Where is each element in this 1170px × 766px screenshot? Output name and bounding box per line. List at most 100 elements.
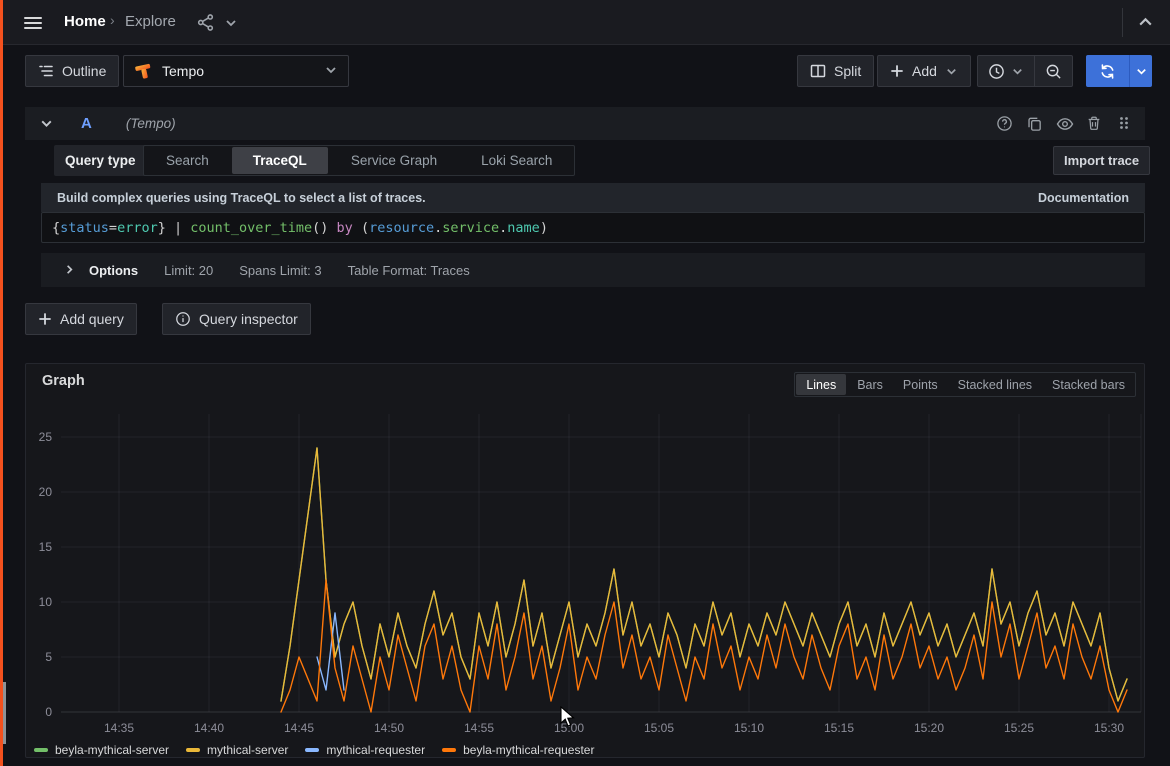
- legend-label: beyla-mythical-server: [55, 743, 169, 757]
- outline-label: Outline: [62, 63, 106, 79]
- datasource-name: Tempo: [162, 63, 204, 79]
- split-button[interactable]: Split: [797, 55, 874, 87]
- traceql-info-bar: Build complex queries using TraceQL to s…: [41, 183, 1145, 212]
- trash-icon[interactable]: [1086, 115, 1103, 132]
- refresh-icon: [1099, 63, 1116, 80]
- mode-stacked-lines[interactable]: Stacked lines: [948, 373, 1042, 396]
- mode-lines[interactable]: Lines: [796, 374, 846, 395]
- time-picker-button[interactable]: [978, 56, 1034, 86]
- eye-icon[interactable]: [1056, 115, 1073, 132]
- query-token: |: [166, 220, 190, 236]
- graph-canvas[interactable]: 051015202514:3514:4014:4514:5014:5515:00…: [26, 394, 1144, 739]
- options-toggle[interactable]: Options: [89, 263, 138, 278]
- top-nav-bar: Home › Explore: [0, 0, 1170, 45]
- query-inspector-label: Query inspector: [199, 311, 298, 327]
- query-ref-id[interactable]: A: [81, 115, 92, 132]
- svg-text:15: 15: [39, 540, 53, 554]
- tab-service-graph[interactable]: Service Graph: [329, 146, 459, 175]
- query-inspector-button[interactable]: Query inspector: [162, 303, 311, 335]
- svg-text:14:35: 14:35: [104, 721, 134, 735]
- traceql-info-text: Build complex queries using TraceQL to s…: [57, 191, 426, 205]
- split-label: Split: [834, 63, 861, 79]
- breadcrumb-separator: ›: [110, 12, 115, 28]
- query-token: =: [109, 220, 117, 236]
- svg-text:15:25: 15:25: [1004, 721, 1034, 735]
- documentation-link[interactable]: Documentation: [1038, 191, 1129, 205]
- legend-swatch: [34, 748, 48, 752]
- mode-points[interactable]: Points: [893, 373, 948, 396]
- time-chevron-icon: [1011, 65, 1024, 78]
- query-options-row[interactable]: Options Limit: 20 Spans Limit: 3 Table F…: [41, 253, 1145, 287]
- graph-panel: Graph Lines Bars Points Stacked lines St…: [25, 363, 1145, 758]
- add-label: Add: [912, 63, 937, 79]
- refresh-button[interactable]: [1086, 55, 1129, 87]
- series-line-beyla-mythical-server: [281, 448, 1127, 701]
- graph-panel-title: Graph: [42, 373, 85, 389]
- share-icon[interactable]: [196, 13, 215, 32]
- datasource-chevron-icon: [324, 63, 338, 80]
- legend-label: beyla-mythical-requester: [463, 743, 594, 757]
- add-query-label: Add query: [60, 311, 124, 327]
- legend-item-mythical-server[interactable]: mythical-server: [186, 743, 288, 757]
- svg-text:15:30: 15:30: [1094, 721, 1124, 735]
- tab-search[interactable]: Search: [144, 146, 231, 175]
- zoom-out-icon: [1045, 63, 1062, 80]
- legend-item-mythical-requester[interactable]: mythical-requester: [305, 743, 425, 757]
- collapse-chevron-up-icon[interactable]: [1137, 14, 1154, 31]
- query-type-tabs: Search TraceQL Service Graph Loki Search: [143, 145, 575, 176]
- query-token: by: [337, 220, 353, 236]
- breadcrumb-home[interactable]: Home: [64, 13, 106, 30]
- outline-button[interactable]: Outline: [25, 55, 119, 87]
- tab-traceql[interactable]: TraceQL: [232, 147, 328, 174]
- grafana-explore-screen: Home › Explore Outline Tempo Split: [0, 0, 1170, 766]
- query-token: error: [117, 220, 158, 236]
- import-trace-button[interactable]: Import trace: [1053, 146, 1150, 175]
- svg-text:10: 10: [39, 595, 53, 609]
- add-button[interactable]: Add: [877, 55, 971, 87]
- time-controls-group: [977, 55, 1073, 87]
- run-query-button-group: [1086, 55, 1152, 87]
- options-chevron-icon[interactable]: [63, 263, 77, 277]
- svg-text:15:15: 15:15: [824, 721, 854, 735]
- legend-swatch: [442, 748, 456, 752]
- refresh-chevron-icon: [1135, 65, 1148, 78]
- datasource-picker[interactable]: Tempo: [123, 55, 349, 87]
- legend-swatch: [305, 748, 319, 752]
- options-spans-limit: Spans Limit: 3: [239, 263, 321, 278]
- query-token: name: [507, 220, 540, 236]
- query-token: {: [52, 220, 60, 236]
- topbar-divider: [1122, 8, 1123, 37]
- svg-text:15:10: 15:10: [734, 721, 764, 735]
- help-icon[interactable]: [996, 115, 1013, 132]
- zoom-out-button[interactable]: [1035, 56, 1072, 86]
- svg-text:15:05: 15:05: [644, 721, 674, 735]
- legend-item-beyla-mythical-requester[interactable]: beyla-mythical-requester: [442, 743, 594, 757]
- query-token: resource: [369, 220, 434, 236]
- svg-text:14:50: 14:50: [374, 721, 404, 735]
- tab-loki-search[interactable]: Loki Search: [459, 146, 574, 175]
- legend-label: mythical-requester: [326, 743, 425, 757]
- add-query-button[interactable]: Add query: [25, 303, 137, 335]
- svg-text:15:20: 15:20: [914, 721, 944, 735]
- svg-text:5: 5: [45, 650, 52, 664]
- query-collapse-chevron-icon[interactable]: [39, 116, 55, 132]
- query-token: status: [60, 220, 109, 236]
- mode-bars[interactable]: Bars: [847, 373, 893, 396]
- svg-text:0: 0: [45, 705, 52, 719]
- query-type-label: Query type: [54, 145, 147, 176]
- query-token: .: [434, 220, 442, 236]
- query-row-header[interactable]: A (Tempo): [25, 107, 1145, 140]
- menu-icon[interactable]: [22, 12, 44, 34]
- traceql-query-editor[interactable]: {status=error} | count_over_time() by (r…: [41, 212, 1145, 243]
- share-dropdown-chevron-icon[interactable]: [224, 16, 238, 30]
- legend-swatch: [186, 748, 200, 752]
- split-icon: [810, 63, 826, 79]
- mode-stacked-bars[interactable]: Stacked bars: [1042, 373, 1135, 396]
- duplicate-icon[interactable]: [1026, 115, 1043, 132]
- screen-edge-strip: [0, 0, 3, 766]
- drag-handle-icon[interactable]: [1116, 115, 1133, 132]
- plus-icon: [890, 64, 904, 78]
- plus-icon: [38, 312, 52, 326]
- refresh-interval-chevron[interactable]: [1129, 55, 1152, 87]
- legend-item-beyla-mythical-server[interactable]: beyla-mythical-server: [34, 743, 169, 757]
